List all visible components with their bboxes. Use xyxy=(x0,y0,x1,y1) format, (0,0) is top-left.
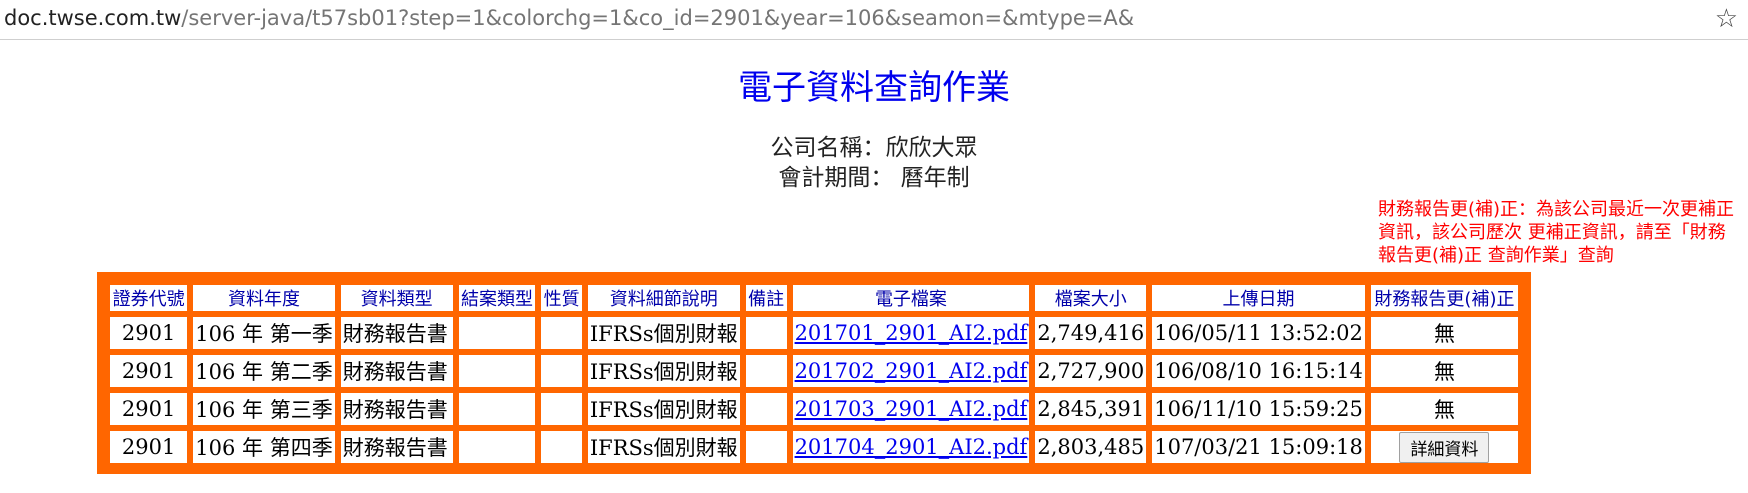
table-row: 2901 106 年 第三季 財務報告書 IFRSs個別財報 201703_29… xyxy=(109,392,1519,426)
cell-code: 2901 xyxy=(109,316,189,350)
cell-uploaded: 106/05/11 13:52:02 xyxy=(1151,316,1366,350)
column-header: 備註 xyxy=(744,284,788,312)
cell-nature xyxy=(540,392,583,426)
cell-type: 財務報告書 xyxy=(339,392,454,426)
cell-code: 2901 xyxy=(109,430,189,464)
cell-remark xyxy=(744,354,788,388)
file-link[interactable]: 201703_2901_AI2.pdf xyxy=(795,397,1028,421)
cell-correction: 無 xyxy=(1369,392,1519,426)
cell-nature xyxy=(540,354,583,388)
file-link[interactable]: 201701_2901_AI2.pdf xyxy=(795,321,1028,345)
cell-uploaded: 106/08/10 16:15:14 xyxy=(1151,354,1366,388)
table-row: 2901 106 年 第一季 財務報告書 IFRSs個別財報 201701_29… xyxy=(109,316,1519,350)
column-header: 結案類型 xyxy=(457,284,537,312)
cell-year: 106 年 第四季 xyxy=(192,430,336,464)
cell-file: 201702_2901_AI2.pdf xyxy=(791,354,1031,388)
cell-year: 106 年 第一季 xyxy=(192,316,336,350)
column-header: 電子檔案 xyxy=(791,284,1031,312)
accounting-period: 會計期間： 曆年制 xyxy=(778,165,970,191)
correction-note: 財務報告更(補)正：為該公司最近一次更補正資訊，該公司歷次 更補正資訊，請至「財… xyxy=(1378,199,1735,266)
url-host: doc.twse.com.tw xyxy=(4,6,182,30)
cell-remark xyxy=(744,316,788,350)
company-info: 公司名稱：欣欣大眾 會計期間： 曆年制 xyxy=(0,133,1748,193)
cell-size: 2,845,391 xyxy=(1034,392,1148,426)
detail-button[interactable]: 詳細資料 xyxy=(1399,431,1490,463)
cell-detail: IFRSs個別財報 xyxy=(586,354,741,388)
file-link[interactable]: 201702_2901_AI2.pdf xyxy=(795,359,1028,383)
cell-detail: IFRSs個別財報 xyxy=(586,430,741,464)
filings-table: 證券代號 資料年度 資料類型 結案類型 性質 資料細節說明 備註 電子檔案 檔案… xyxy=(105,280,1523,468)
cell-case-type xyxy=(457,354,537,388)
file-link[interactable]: 201704_2901_AI2.pdf xyxy=(795,435,1028,459)
cell-nature xyxy=(540,430,583,464)
cell-correction: 詳細資料 xyxy=(1369,430,1519,464)
column-header: 上傳日期 xyxy=(1151,284,1366,312)
column-header: 性質 xyxy=(540,284,583,312)
cell-uploaded: 107/03/21 15:09:18 xyxy=(1151,430,1366,464)
cell-size: 2,749,416 xyxy=(1034,316,1148,350)
cell-uploaded: 106/11/10 15:59:25 xyxy=(1151,392,1366,426)
cell-detail: IFRSs個別財報 xyxy=(586,392,741,426)
cell-type: 財務報告書 xyxy=(339,354,454,388)
cell-detail: IFRSs個別財報 xyxy=(586,316,741,350)
cell-code: 2901 xyxy=(109,354,189,388)
column-header: 資料年度 xyxy=(192,284,336,312)
cell-correction: 無 xyxy=(1369,316,1519,350)
cell-type: 財務報告書 xyxy=(339,316,454,350)
column-header: 財務報告更(補)正 xyxy=(1369,284,1519,312)
column-header: 證券代號 xyxy=(109,284,189,312)
cell-nature xyxy=(540,316,583,350)
column-header: 檔案大小 xyxy=(1034,284,1148,312)
cell-case-type xyxy=(457,316,537,350)
cell-year: 106 年 第三季 xyxy=(192,392,336,426)
cell-size: 2,727,900 xyxy=(1034,354,1148,388)
url-text[interactable]: doc.twse.com.tw/server-java/t57sb01?step… xyxy=(4,6,1134,30)
cell-correction: 無 xyxy=(1369,354,1519,388)
page-title: 電子資料查詢作業 xyxy=(738,68,1010,108)
cell-year: 106 年 第二季 xyxy=(192,354,336,388)
cell-file: 201703_2901_AI2.pdf xyxy=(791,392,1031,426)
cell-file: 201704_2901_AI2.pdf xyxy=(791,430,1031,464)
table-header-row: 證券代號 資料年度 資料類型 結案類型 性質 資料細節說明 備註 電子檔案 檔案… xyxy=(109,284,1519,312)
column-header: 資料類型 xyxy=(339,284,454,312)
star-icon[interactable]: ☆ xyxy=(1715,4,1738,34)
cell-remark xyxy=(744,430,788,464)
company-name: 公司名稱：欣欣大眾 xyxy=(770,135,978,161)
filings-table-frame: 證券代號 資料年度 資料類型 結案類型 性質 資料細節說明 備註 電子檔案 檔案… xyxy=(97,272,1531,474)
cell-case-type xyxy=(457,392,537,426)
cell-code: 2901 xyxy=(109,392,189,426)
column-header: 資料細節說明 xyxy=(586,284,741,312)
cell-case-type xyxy=(457,430,537,464)
address-bar[interactable]: doc.twse.com.tw/server-java/t57sb01?step… xyxy=(0,0,1748,40)
cell-file: 201701_2901_AI2.pdf xyxy=(791,316,1031,350)
cell-remark xyxy=(744,392,788,426)
cell-size: 2,803,485 xyxy=(1034,430,1148,464)
table-row: 2901 106 年 第二季 財務報告書 IFRSs個別財報 201702_29… xyxy=(109,354,1519,388)
table-row: 2901 106 年 第四季 財務報告書 IFRSs個別財報 201704_29… xyxy=(109,430,1519,464)
url-path: /server-java/t57sb01?step=1&colorchg=1&c… xyxy=(181,6,1135,30)
cell-type: 財務報告書 xyxy=(339,430,454,464)
